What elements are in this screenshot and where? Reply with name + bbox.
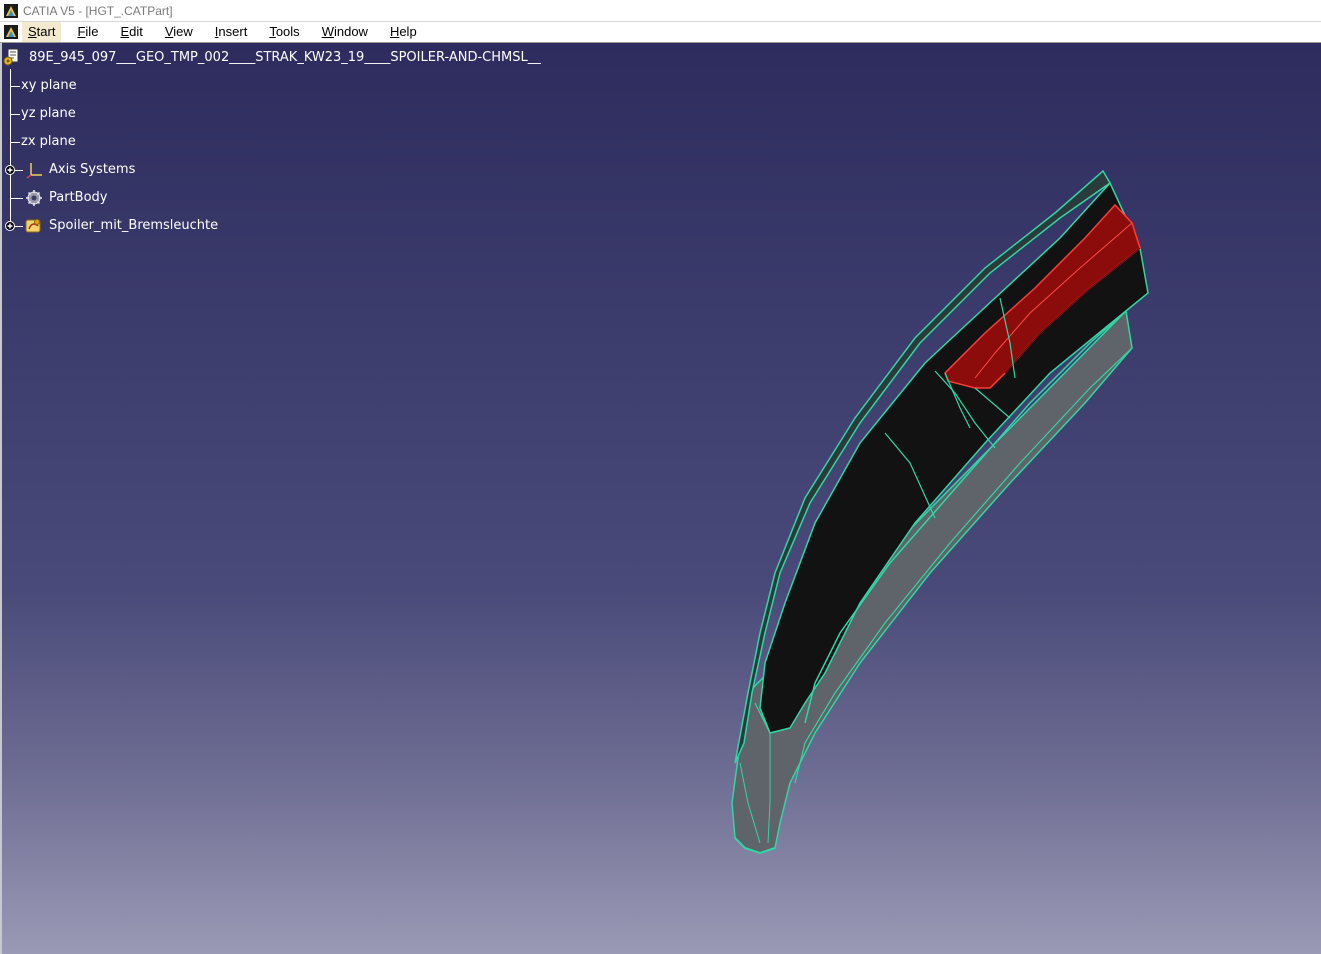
menu-file[interactable]: File — [71, 22, 104, 42]
specification-tree: 89E_945_097___GEO_TMP_002____STRAK_KW23_… — [0, 43, 620, 243]
tree-trunk — [10, 69, 11, 227]
3d-viewport[interactable]: 89E_945_097___GEO_TMP_002____STRAK_KW23_… — [0, 43, 1321, 954]
part-root-icon[interactable] — [3, 48, 21, 66]
menu-tools[interactable]: Tools — [263, 22, 305, 42]
tree-node-xy-plane[interactable]: xy plane — [21, 78, 77, 94]
tree-branch — [10, 114, 20, 115]
tree-branch — [10, 198, 23, 199]
tree-node-yz-plane[interactable]: yz plane — [21, 106, 76, 122]
catia-app-icon — [4, 3, 18, 18]
catia-window: CATIA V5 - [HGT_.CATPart] Start File Edi… — [0, 0, 1321, 954]
tree-branch — [10, 142, 20, 143]
tree-branch — [10, 86, 20, 87]
tree-node-zx-plane[interactable]: zx plane — [21, 134, 76, 150]
expand-spoiler-icon[interactable] — [5, 221, 15, 231]
expand-axis-systems-icon[interactable] — [5, 165, 15, 175]
tree-node-spoiler-mit-bremsleuchte[interactable]: Spoiler_mit_Bremsleuchte — [49, 218, 218, 234]
menu-bar: Start File Edit View Insert Tools Window… — [0, 22, 1321, 43]
tree-root-label[interactable]: 89E_945_097___GEO_TMP_002____STRAK_KW23_… — [29, 50, 541, 66]
document-icon[interactable] — [4, 25, 18, 39]
partbody-gear-icon — [26, 190, 42, 206]
tree-node-axis-systems[interactable]: Axis Systems — [49, 162, 135, 178]
tree-branch — [15, 226, 23, 227]
axis-system-icon — [26, 163, 42, 179]
window-title: CATIA V5 - [HGT_.CATPart] — [23, 3, 173, 18]
tree-node-partbody[interactable]: PartBody — [49, 190, 107, 206]
menu-window[interactable]: Window — [316, 22, 374, 42]
menu-view[interactable]: View — [159, 22, 199, 42]
title-bar: CATIA V5 - [HGT_.CATPart] — [0, 0, 1321, 22]
menu-edit[interactable]: Edit — [114, 22, 148, 42]
tree-branch — [15, 170, 23, 171]
menu-help[interactable]: Help — [384, 22, 423, 42]
geometrical-set-icon — [25, 219, 41, 233]
menu-start[interactable]: Start — [22, 22, 62, 42]
menu-insert[interactable]: Insert — [209, 22, 254, 42]
